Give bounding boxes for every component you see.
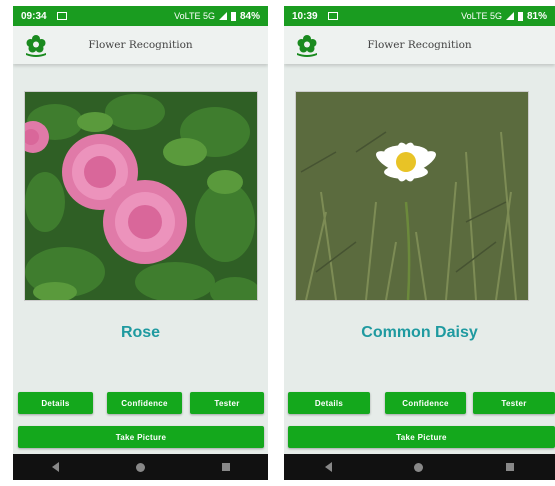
confidence-button[interactable]: Confidence <box>385 392 466 414</box>
confidence-button[interactable]: Confidence <box>107 392 182 414</box>
network-label: VoLTE 5G <box>174 11 215 21</box>
status-bar: 09:34 VoLTE 5G 84% <box>13 6 268 26</box>
status-time: 10:39 <box>292 10 318 22</box>
tester-button[interactable]: Tester <box>473 392 555 414</box>
take-picture-button[interactable]: Take Picture <box>18 426 264 448</box>
battery-percent: 84% <box>239 10 260 22</box>
app-bar: Flower Recognition <box>284 26 555 64</box>
notification-icon <box>56 12 67 20</box>
network-label: VoLTE 5G <box>461 11 502 21</box>
status-right: VoLTE 5G 84% <box>174 11 260 22</box>
system-nav-bar <box>284 454 555 480</box>
notification-icon <box>327 12 338 20</box>
recents-icon[interactable] <box>505 463 514 471</box>
app-title: Flower Recognition <box>367 39 472 51</box>
battery-icon <box>230 11 236 21</box>
back-icon[interactable] <box>51 462 59 472</box>
take-picture-button[interactable]: Take Picture <box>288 426 555 448</box>
prediction-label: Rose <box>120 324 161 341</box>
battery-percent: 81% <box>526 10 547 22</box>
battery-icon <box>517 11 523 21</box>
signal-icon <box>218 12 227 20</box>
captured-photo <box>295 91 529 301</box>
back-icon[interactable] <box>325 462 333 472</box>
status-time: 09:34 <box>21 10 47 22</box>
details-button[interactable]: Details <box>288 392 370 414</box>
tester-button[interactable]: Tester <box>190 392 264 414</box>
flower-logo-icon <box>26 35 46 57</box>
recents-icon[interactable] <box>221 463 230 471</box>
flower-logo-icon <box>297 35 317 57</box>
signal-icon <box>505 12 514 20</box>
home-icon[interactable] <box>414 462 424 472</box>
app-title: Flower Recognition <box>88 39 193 51</box>
prediction-label: Common Daisy <box>361 324 478 341</box>
phone-screen-daisy: 10:39 VoLTE 5G 81% Flower Recognition Co… <box>284 6 555 480</box>
status-right: VoLTE 5G 81% <box>461 11 547 22</box>
status-bar: 10:39 VoLTE 5G 81% <box>284 6 555 26</box>
daisy-image <box>296 92 528 300</box>
captured-photo <box>24 91 258 301</box>
details-button[interactable]: Details <box>18 392 93 414</box>
app-bar: Flower Recognition <box>13 26 268 64</box>
home-icon[interactable] <box>135 462 145 472</box>
system-nav-bar <box>13 454 268 480</box>
phone-screen-rose: 09:34 VoLTE 5G 84% Flower Recognition Ro… <box>13 6 268 480</box>
rose-image <box>25 92 257 300</box>
